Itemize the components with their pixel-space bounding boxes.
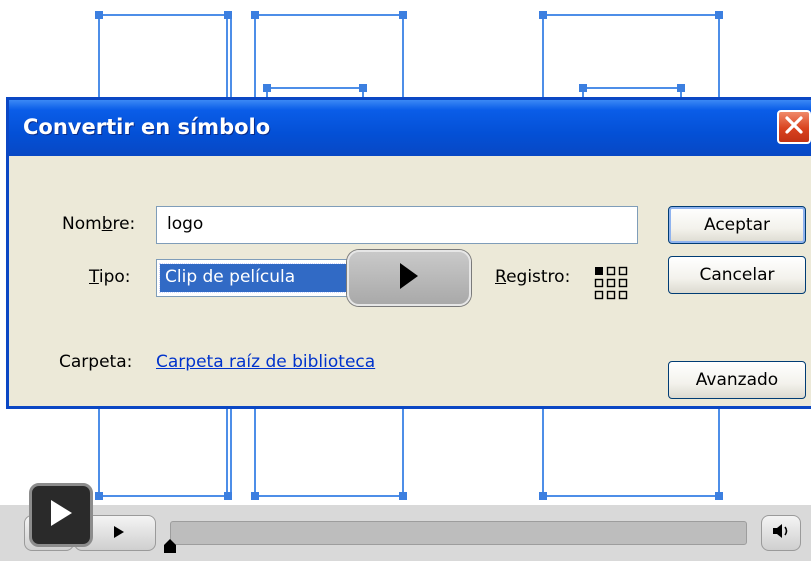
selection-handle[interactable]	[224, 11, 232, 19]
big-play-button[interactable]	[29, 483, 93, 547]
selection-box	[226, 408, 232, 497]
play-icon	[397, 261, 421, 295]
selection-box	[254, 14, 404, 98]
selection-handle[interactable]	[715, 492, 723, 500]
name-input[interactable]: logo	[156, 206, 638, 244]
progress-track[interactable]	[170, 521, 747, 545]
selection-handle[interactable]	[399, 11, 407, 19]
dialog-titlebar[interactable]: Convertir en símbolo	[9, 100, 811, 156]
close-button[interactable]	[777, 110, 811, 144]
selection-handle[interactable]	[715, 11, 723, 19]
selection-handle[interactable]	[251, 11, 259, 19]
ok-button[interactable]: Aceptar	[668, 206, 806, 244]
registration-label-accesskey: R	[495, 267, 507, 287]
selection-handle[interactable]	[539, 492, 547, 500]
registration-label: Registro:	[495, 267, 570, 287]
selection-handle[interactable]	[95, 11, 103, 19]
registration-label-part: egistro:	[506, 267, 571, 287]
name-label-part: re:	[112, 214, 136, 234]
cancel-button[interactable]: Cancelar	[668, 256, 806, 294]
selection-handle[interactable]	[677, 84, 685, 92]
convert-to-symbol-dialog: Convertir en símbolo Nombre: logo Tipo: …	[6, 97, 811, 409]
progress-scrubber[interactable]	[163, 538, 177, 553]
type-select[interactable]: Clip de película	[156, 259, 366, 297]
type-label-part: ipo:	[98, 267, 131, 287]
name-label-accesskey: b	[101, 214, 113, 234]
type-label-accesskey: T	[89, 267, 99, 287]
selection-handle[interactable]	[579, 84, 587, 92]
dialog-body: Nombre: logo Tipo: Clip de película Regi…	[9, 156, 811, 406]
advanced-button[interactable]: Avanzado	[668, 361, 806, 399]
folder-label: Carpeta:	[59, 352, 133, 372]
video-play-overlay[interactable]	[347, 250, 471, 306]
play-icon	[48, 498, 74, 532]
name-label-part: Nom	[62, 214, 102, 234]
selection-handle[interactable]	[263, 84, 271, 92]
selection-box	[226, 14, 232, 98]
dialog-title: Convertir en símbolo	[23, 115, 271, 139]
type-label: Tipo:	[89, 267, 131, 287]
speaker-icon	[771, 522, 791, 544]
play-icon	[113, 524, 125, 543]
name-label: Nombre:	[62, 214, 135, 234]
selection-box	[542, 408, 720, 497]
selection-handle[interactable]	[399, 492, 407, 500]
selection-handle[interactable]	[251, 492, 259, 500]
close-icon	[783, 114, 805, 140]
selection-handle[interactable]	[539, 11, 547, 19]
selection-box	[254, 408, 404, 497]
selection-handle[interactable]	[359, 84, 367, 92]
selection-box	[542, 14, 720, 98]
type-select-value: Clip de película	[159, 263, 363, 293]
selection-handle[interactable]	[224, 492, 232, 500]
folder-link[interactable]: Carpeta raíz de biblioteca	[156, 352, 375, 372]
registration-grid-icon[interactable]	[594, 266, 630, 302]
selection-box	[98, 14, 228, 98]
selection-handle[interactable]	[95, 492, 103, 500]
selection-box	[98, 408, 228, 497]
volume-button[interactable]	[761, 515, 801, 551]
